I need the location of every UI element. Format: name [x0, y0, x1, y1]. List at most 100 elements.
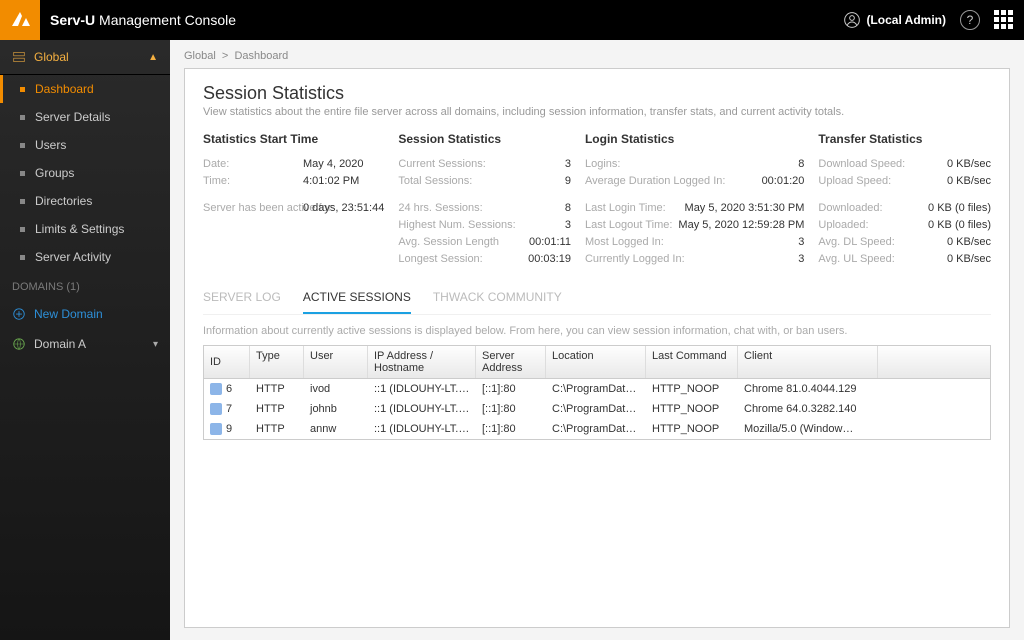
stats-grid: Statistics Start Time Date:May 4, 2020 T…	[203, 132, 991, 270]
stat-label: Current Sessions:	[398, 158, 559, 170]
sidebar-item-label: Server Activity	[35, 250, 111, 264]
stats-head: Session Statistics	[398, 132, 571, 146]
table-row[interactable]: 6HTTPivod::1 (IDLOUHY-LT.tul.solar…[::1]…	[204, 379, 990, 399]
stats-head: Transfer Statistics	[818, 132, 991, 146]
tab-thwack-community[interactable]: THWACK COMMUNITY	[433, 290, 562, 314]
table-header-row: ID Type User IP Address / Hostname Serve…	[204, 346, 990, 379]
stat-value: May 4, 2020	[303, 158, 384, 170]
stat-value: 3	[565, 219, 571, 231]
table-row[interactable]: 9HTTPannw::1 (IDLOUHY-LT.tul.solar…[::1]…	[204, 419, 990, 439]
td-type: HTTP	[250, 421, 304, 437]
sidebar-item-limits-settings[interactable]: Limits & Settings	[0, 215, 170, 243]
th-user[interactable]: User	[304, 346, 368, 378]
dot-icon	[20, 255, 25, 260]
td-location: C:\ProgramData\RhinoSo…	[546, 421, 646, 437]
tab-active-sessions[interactable]: ACTIVE SESSIONS	[303, 290, 411, 314]
table-row[interactable]: 7HTTPjohnb::1 (IDLOUHY-LT.tul.solar…[::1…	[204, 399, 990, 419]
stat-value: 0 KB (0 files)	[928, 219, 991, 231]
brand-name: Serv-U	[50, 12, 95, 28]
stat-label: Time:	[203, 175, 303, 187]
th-type[interactable]: Type	[250, 346, 304, 378]
sidebar-item-dashboard[interactable]: Dashboard	[0, 75, 170, 103]
stats-session: Session Statistics Current Sessions: 3 To…	[398, 132, 571, 270]
user-label: (Local Admin)	[866, 13, 946, 27]
td-type: HTTP	[250, 401, 304, 417]
stat-label: Last Logout Time:	[585, 219, 672, 231]
stats-login: Login Statistics Logins: 8 Average Durati…	[585, 132, 804, 270]
stat-label: Download Speed:	[818, 158, 941, 170]
chevron-down-icon: ▾	[153, 339, 158, 350]
stats-transfer: Transfer Statistics Download Speed: 0 KB/…	[818, 132, 991, 270]
stat-label: Upload Speed:	[818, 175, 941, 187]
sidebar-item-directories[interactable]: Directories	[0, 187, 170, 215]
brand-subtitle: Management Console	[99, 12, 236, 28]
stat-value: May 5, 2020 3:51:30 PM	[685, 202, 805, 214]
stat-value: 00:03:19	[528, 253, 571, 265]
sidebar-item-server-activity[interactable]: Server Activity	[0, 243, 170, 271]
stat-label: 24 hrs. Sessions:	[398, 202, 559, 214]
th-client[interactable]: Client	[738, 346, 878, 378]
session-icon	[210, 403, 222, 415]
session-icon	[210, 423, 222, 435]
stat-label: Server has been active for:	[203, 202, 303, 214]
td-ip: ::1 (IDLOUHY-LT.tul.solar…	[368, 381, 476, 397]
stats-start-time: Statistics Start Time Date:May 4, 2020 T…	[203, 132, 384, 270]
th-id[interactable]: ID	[204, 346, 250, 378]
td-server-address: [::1]:80	[476, 401, 546, 417]
sidebar-global-label: Global	[34, 50, 69, 64]
th-location[interactable]: Location	[546, 346, 646, 378]
tab-server-log[interactable]: SERVER LOG	[203, 290, 281, 314]
td-client: Chrome 64.0.3282.140	[738, 401, 878, 417]
stat-label: Most Logged In:	[585, 236, 792, 248]
user-icon	[844, 12, 860, 28]
stat-value: May 5, 2020 12:59:28 PM	[678, 219, 804, 231]
topbar: Serv-U Management Console (Local Admin) …	[0, 0, 1024, 40]
new-domain-button[interactable]: New Domain	[0, 299, 170, 329]
dot-icon	[20, 171, 25, 176]
stats-head: Login Statistics	[585, 132, 804, 146]
stat-value: 0 days, 23:51:44	[303, 202, 384, 214]
td-id: 9	[204, 421, 250, 437]
th-ip[interactable]: IP Address / Hostname	[368, 346, 476, 378]
plus-circle-icon	[12, 307, 26, 321]
chevron-up-icon: ▲	[148, 52, 158, 63]
table-body: 6HTTPivod::1 (IDLOUHY-LT.tul.solar…[::1]…	[204, 379, 990, 439]
td-ip: ::1 (IDLOUHY-LT.tul.solar…	[368, 421, 476, 437]
td-user: ivod	[304, 381, 368, 397]
sidebar-domain-a[interactable]: Domain A ▾	[0, 329, 170, 359]
stat-value: 00:01:20	[762, 175, 805, 187]
stat-value: 3	[565, 158, 571, 170]
td-type: HTTP	[250, 381, 304, 397]
breadcrumb-root[interactable]: Global	[184, 50, 216, 62]
user-menu[interactable]: (Local Admin)	[844, 12, 946, 28]
stat-value: 8	[798, 158, 804, 170]
stat-label: Date:	[203, 158, 303, 170]
sidebar-item-label: Directories	[35, 194, 92, 208]
sidebar-domains-label: DOMAINS (1)	[0, 271, 170, 299]
sidebar-item-label: Server Details	[35, 110, 110, 124]
sidebar-item-server-details[interactable]: Server Details	[0, 103, 170, 131]
sidebar-item-groups[interactable]: Groups	[0, 159, 170, 187]
sidebar-global[interactable]: Global ▲	[0, 40, 170, 75]
apps-grid-icon[interactable]	[994, 10, 1014, 30]
stat-label: Total Sessions:	[398, 175, 559, 187]
dot-icon	[20, 143, 25, 148]
td-server-address: [::1]:80	[476, 421, 546, 437]
sidebar-item-users[interactable]: Users	[0, 131, 170, 159]
stat-value: 0 KB/sec	[947, 236, 991, 248]
stat-label: Uploaded:	[818, 219, 922, 231]
stat-value: 0 KB/sec	[947, 175, 991, 187]
th-server-address[interactable]: Server Address	[476, 346, 546, 378]
stat-label: Currently Logged In:	[585, 253, 792, 265]
stat-label: Logins:	[585, 158, 792, 170]
stat-label: Longest Session:	[398, 253, 522, 265]
sidebar-item-label: Dashboard	[35, 82, 94, 96]
td-location: C:\ProgramData\RhinoSo…	[546, 401, 646, 417]
td-last-command: HTTP_NOOP	[646, 401, 738, 417]
stat-label: Average Duration Logged In:	[585, 175, 756, 187]
stat-value: 00:01:11	[529, 236, 571, 248]
help-button[interactable]: ?	[960, 10, 980, 30]
sidebar: Global ▲ Dashboard Server Details Users …	[0, 40, 170, 640]
th-last-command[interactable]: Last Command	[646, 346, 738, 378]
stats-head: Statistics Start Time	[203, 132, 384, 146]
